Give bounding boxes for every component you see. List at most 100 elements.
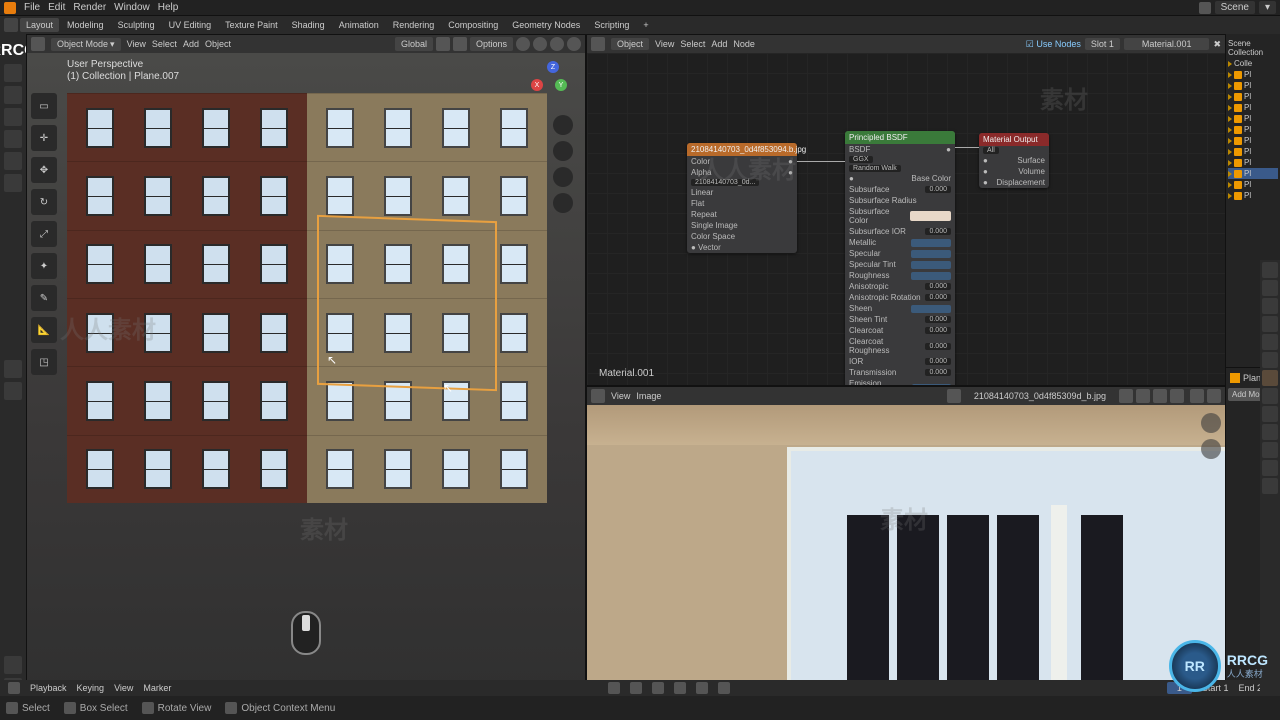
- tl-menu-playback[interactable]: Playback: [30, 683, 67, 693]
- node-principled-bsdf[interactable]: Principled BSDF BSDF● GGX Random Walk ● …: [845, 131, 955, 385]
- tool-transform[interactable]: ✦: [31, 253, 57, 279]
- sh-menu-add[interactable]: Add: [711, 39, 727, 49]
- image-gizmo-icon[interactable]: [1207, 389, 1221, 403]
- outliner-item[interactable]: Pl: [1228, 124, 1278, 135]
- tool-move[interactable]: ✥: [31, 157, 57, 183]
- options-dropdown[interactable]: Options: [470, 37, 513, 51]
- tool-scale[interactable]: ⤢: [31, 221, 57, 247]
- workspace-geometrynodes[interactable]: Geometry Nodes: [506, 18, 586, 32]
- perspective-toggle-icon[interactable]: [553, 193, 573, 213]
- prev-key-icon[interactable]: [630, 682, 642, 694]
- tool-rotate[interactable]: ↻: [31, 189, 57, 215]
- nav-gizmo[interactable]: Z X Y: [525, 59, 575, 109]
- image-editor-body[interactable]: [587, 405, 1225, 695]
- prop-tab-material[interactable]: [1262, 460, 1278, 476]
- axis-z-icon[interactable]: Z: [547, 61, 559, 73]
- workspace-texturepaint[interactable]: Texture Paint: [219, 18, 284, 32]
- sh-menu-select[interactable]: Select: [680, 39, 705, 49]
- camera-view-icon[interactable]: [553, 167, 573, 187]
- proportional-icon[interactable]: [453, 37, 467, 51]
- editor-type-icon[interactable]: [8, 682, 20, 694]
- image-unlink-icon[interactable]: [1153, 389, 1167, 403]
- img-menu-image[interactable]: Image: [636, 391, 661, 401]
- mode-dropdown[interactable]: Object Mode ▾: [51, 38, 121, 51]
- tl-menu-keying[interactable]: Keying: [77, 683, 105, 693]
- display-channels-icon[interactable]: [1190, 389, 1204, 403]
- img-menu-view[interactable]: View: [611, 391, 630, 401]
- slot-dropdown[interactable]: Slot 1: [1085, 38, 1120, 50]
- workspace-uvediting[interactable]: UV Editing: [163, 18, 218, 32]
- vp-menu-select[interactable]: Select: [152, 39, 177, 49]
- outliner-item[interactable]: Pl: [1228, 113, 1278, 124]
- node-material-output[interactable]: Material Output All ● Surface ● Volume ●…: [979, 133, 1049, 188]
- prop-tab-world[interactable]: [1262, 334, 1278, 350]
- tool-annotate[interactable]: ✎: [31, 285, 57, 311]
- workspace-shading[interactable]: Shading: [286, 18, 331, 32]
- prop-tab-output[interactable]: [1262, 280, 1278, 296]
- workspace-sculpting[interactable]: Sculpting: [112, 18, 161, 32]
- tool-tweak[interactable]: ▭: [31, 93, 57, 119]
- axis-x-icon[interactable]: X: [531, 79, 543, 91]
- viewport-body[interactable]: User Perspective (1) Collection | Plane.…: [27, 53, 585, 695]
- tray-icon[interactable]: [4, 360, 22, 378]
- editor-type-icon[interactable]: [31, 37, 45, 51]
- vp-menu-object[interactable]: Object: [205, 39, 231, 49]
- shading-solid-icon[interactable]: [533, 37, 547, 51]
- use-nodes-checkbox[interactable]: ☑ Use Nodes: [1026, 39, 1081, 50]
- prop-tab-constraints[interactable]: [1262, 424, 1278, 440]
- outliner-item[interactable]: Pl: [1228, 157, 1278, 168]
- history-icon[interactable]: [4, 18, 18, 32]
- workspace-animation[interactable]: Animation: [333, 18, 385, 32]
- tl-menu-marker[interactable]: Marker: [143, 683, 171, 693]
- tray-icon[interactable]: [4, 108, 22, 126]
- shading-rendered-icon[interactable]: [567, 37, 581, 51]
- menu-help[interactable]: Help: [158, 2, 179, 13]
- workspace-rendering[interactable]: Rendering: [387, 18, 441, 32]
- tool-cursor[interactable]: ✛: [31, 125, 57, 151]
- zoom-icon[interactable]: [553, 115, 573, 135]
- prop-tab-physics[interactable]: [1262, 406, 1278, 422]
- jump-end-icon[interactable]: [718, 682, 730, 694]
- image-pin-icon[interactable]: [1170, 389, 1184, 403]
- pan-icon[interactable]: [553, 141, 573, 161]
- jump-start-icon[interactable]: [608, 682, 620, 694]
- shader-mode-dropdown[interactable]: Object: [611, 38, 649, 50]
- prop-tab-render[interactable]: [1262, 262, 1278, 278]
- editor-type-icon[interactable]: [591, 389, 605, 403]
- prop-tab-scene[interactable]: [1262, 316, 1278, 332]
- workspace-modeling[interactable]: Modeling: [61, 18, 110, 32]
- workspace-layout[interactable]: Layout: [20, 18, 59, 32]
- next-key-icon[interactable]: [696, 682, 708, 694]
- outliner-item[interactable]: Pl: [1228, 168, 1278, 179]
- outliner-item[interactable]: Pl: [1228, 102, 1278, 113]
- shading-wireframe-icon[interactable]: [516, 37, 530, 51]
- tray-icon[interactable]: [4, 174, 22, 192]
- outliner-item[interactable]: Pl: [1228, 69, 1278, 80]
- menu-window[interactable]: Window: [114, 2, 150, 13]
- tl-menu-view[interactable]: View: [114, 683, 133, 693]
- prop-tab-modifier[interactable]: [1262, 370, 1278, 386]
- tray-icon[interactable]: [4, 130, 22, 148]
- tray-icon[interactable]: [4, 382, 22, 400]
- prop-tab-viewlayer[interactable]: [1262, 298, 1278, 314]
- image-browse-icon[interactable]: [947, 389, 961, 403]
- timeline[interactable]: Playback Keying View Marker 1 Start 1 En…: [0, 680, 1280, 696]
- tray-icon[interactable]: [4, 152, 22, 170]
- outliner-scene[interactable]: Scene Collection: [1228, 38, 1278, 58]
- tray-icon[interactable]: [4, 64, 22, 82]
- prop-tab-object[interactable]: [1262, 352, 1278, 368]
- workspace-scripting[interactable]: Scripting: [588, 18, 635, 32]
- shading-matprev-icon[interactable]: [550, 37, 564, 51]
- image-users-icon[interactable]: [1119, 389, 1133, 403]
- menu-edit[interactable]: Edit: [48, 2, 65, 13]
- image-field[interactable]: 21084140703_0d...: [691, 179, 759, 186]
- outliner-item[interactable]: Pl: [1228, 135, 1278, 146]
- editor-type-icon[interactable]: [591, 37, 605, 51]
- snap-icon[interactable]: [436, 37, 450, 51]
- prop-tab-particles[interactable]: [1262, 388, 1278, 404]
- play-icon[interactable]: [674, 682, 686, 694]
- scene-dropdown[interactable]: Scene: [1215, 1, 1255, 14]
- prop-tab-data[interactable]: [1262, 442, 1278, 458]
- orientation-dropdown[interactable]: Global: [395, 37, 433, 51]
- tray-icon[interactable]: [4, 86, 22, 104]
